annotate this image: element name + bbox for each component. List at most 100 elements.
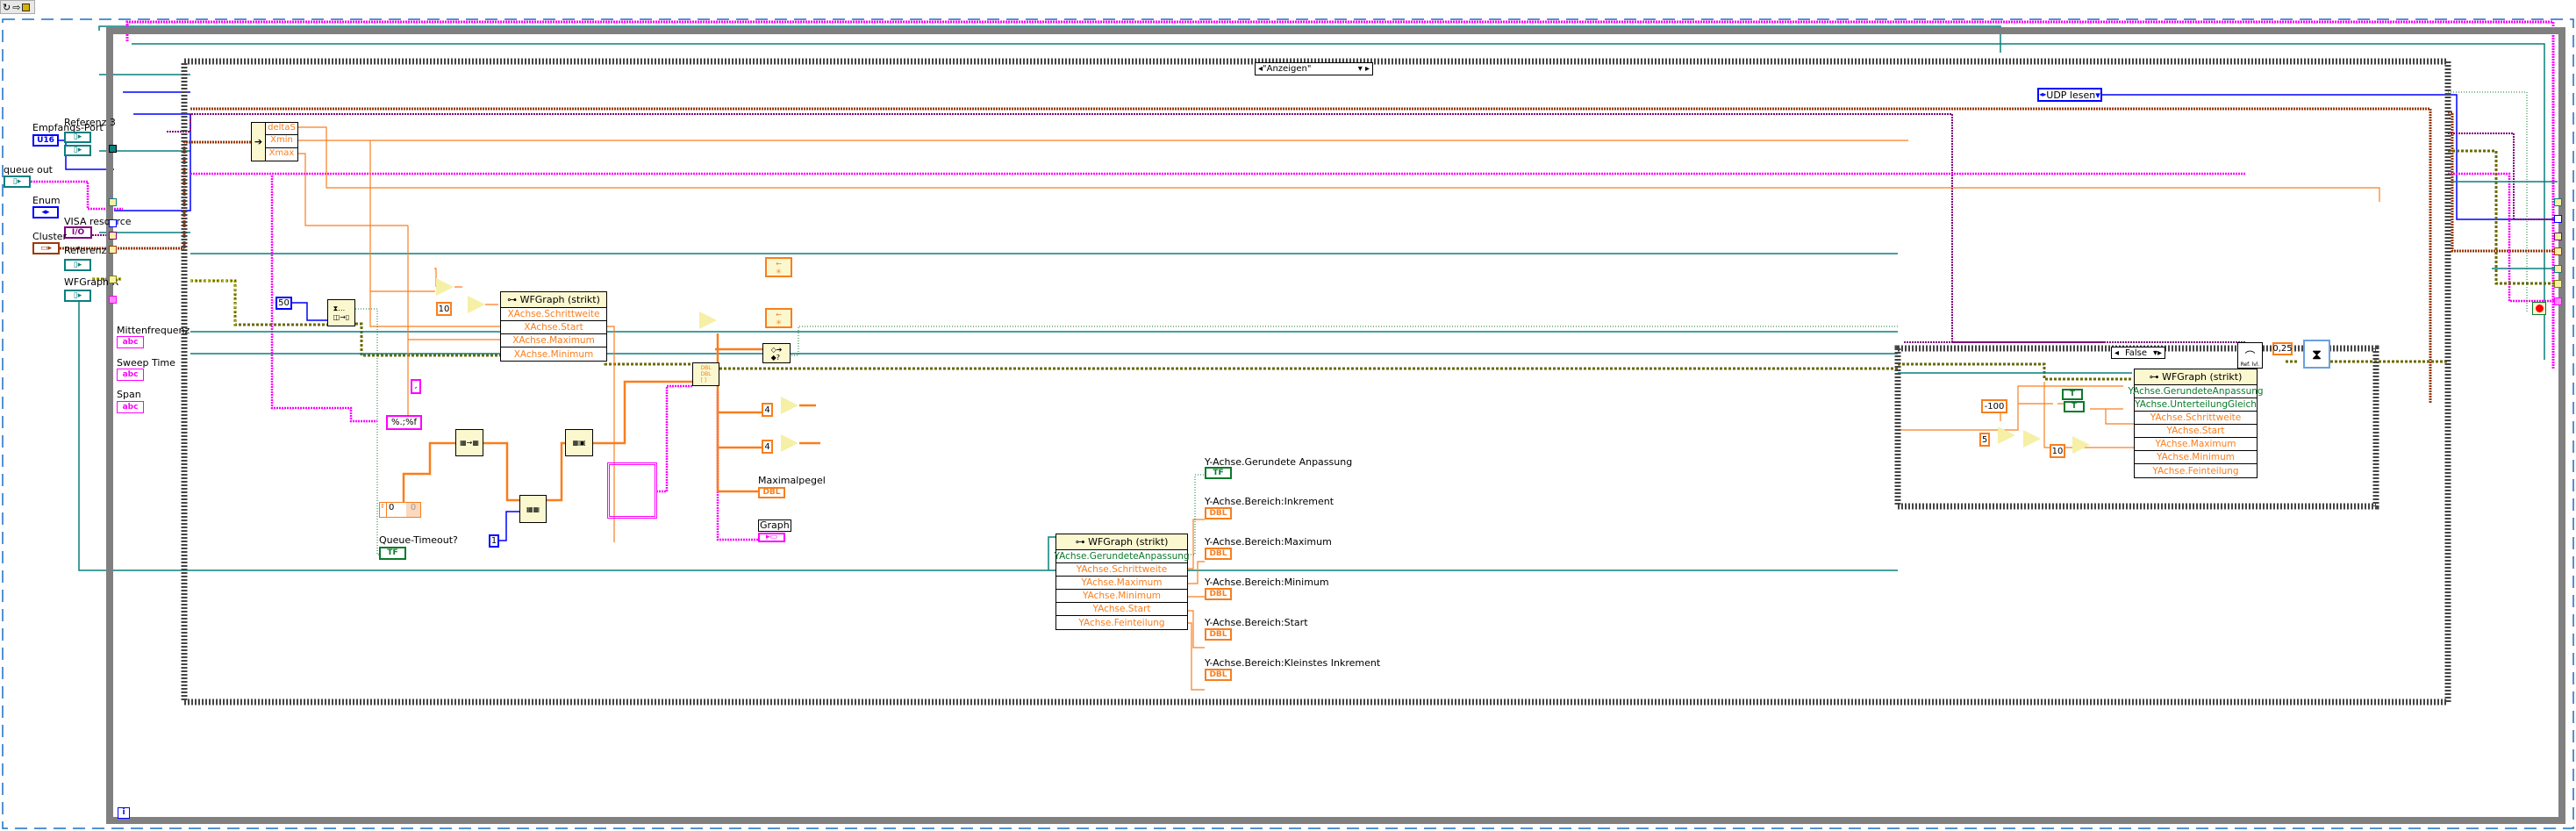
empty-array-constant[interactable] <box>607 462 657 519</box>
property-row[interactable]: YAchse.Schrittweite <box>2135 412 2257 425</box>
four-constant[interactable]: 4 <box>762 440 773 454</box>
enum-arrows-icon: ◂▸ <box>2039 90 2047 98</box>
y-inkrement-indicator: DBL <box>1205 507 1232 519</box>
case-selector-outer[interactable]: ◂ "Anzeigen" ▾ ▸ <box>1255 62 1373 75</box>
graph-indicator: ▸▭ <box>758 533 785 542</box>
property-row[interactable]: YAchse.Start <box>2135 425 2257 438</box>
build-waveform-node[interactable]: DBL DBL[ ] <box>692 362 719 386</box>
y-property-node[interactable]: ⊶ WFGraph (strikt) YAchse.GerundeteAnpas… <box>1054 534 1190 630</box>
four-constant[interactable]: 4 <box>762 403 773 417</box>
chevron-down-icon[interactable]: ▾▸ <box>2153 348 2162 358</box>
label-queue-out: queue out <box>4 164 53 176</box>
label-enum: Enum <box>32 195 61 206</box>
property-row[interactable]: XAchse.Maximum <box>501 334 606 347</box>
shift-register-right <box>2554 198 2562 206</box>
unbundle-by-name[interactable]: ➔ deltaS Xmin Xmax <box>251 122 298 161</box>
dequeue-element-node[interactable]: ⧗… ◫→▯ <box>327 299 355 326</box>
divide-node[interactable] <box>468 296 485 313</box>
add-node[interactable] <box>1998 426 2015 444</box>
sweep-time-indicator: abc <box>117 369 144 381</box>
subtract-node[interactable] <box>436 278 454 296</box>
minus-100-constant[interactable]: -100 <box>1981 399 2007 413</box>
referenz-2-control[interactable]: ▯▸ <box>64 259 91 271</box>
chevron-down-icon[interactable]: ▾ ▸ <box>1358 64 1370 74</box>
feedback-node[interactable]: ← ✳ <box>765 257 792 277</box>
arrow-right-icon: ➔ <box>252 123 266 161</box>
property-row[interactable]: XAchse.Schrittweite <box>501 308 606 321</box>
queue-out-control[interactable]: ▯▸ <box>4 176 31 188</box>
wait-ms-hourglass-icon[interactable]: ⧗ <box>2303 340 2330 369</box>
five-constant[interactable]: 5 <box>1979 433 1990 447</box>
property-row[interactable]: YAchse.UnterteilungGleich <box>2135 398 2257 412</box>
ref-level-subvi-icon[interactable]: ⌒ Ref. lvl. <box>2237 342 2263 369</box>
property-row[interactable]: YAchse.Schrittweite <box>1056 563 1187 577</box>
x-property-node[interactable]: ⊶ WFGraph (strikt) XAchse.Schrittweite X… <box>500 291 607 362</box>
case-selector-inner[interactable]: ◂ False ▾▸ <box>2111 347 2165 359</box>
delete-from-array-node[interactable]: ▦▦ <box>519 495 547 523</box>
true-constant[interactable]: T <box>2064 401 2085 412</box>
label-y-minimum: Y-Achse.Bereich:Minimum <box>1205 577 1329 588</box>
y-start-indicator: DBL <box>1205 628 1232 641</box>
visa-resource-control[interactable]: I/O <box>64 226 92 239</box>
property-row[interactable]: YAchse.Minimum <box>1056 590 1187 603</box>
property-row[interactable]: XAchse.Minimum <box>501 347 606 361</box>
divisor-constant[interactable]: 10 <box>2050 444 2065 458</box>
enum-control[interactable]: ◂▸ <box>32 206 59 218</box>
shift-register-right-string <box>2554 297 2562 305</box>
add-node[interactable] <box>781 434 798 452</box>
index-array-node[interactable] <box>699 312 717 329</box>
y-maximum-indicator: DBL <box>1205 548 1232 560</box>
in-range-and-coerce-node[interactable]: ◇➔ ◆? <box>762 343 791 363</box>
delimiter-constant[interactable]: , <box>411 379 421 394</box>
array-subset-node[interactable]: ▦▣ <box>565 429 593 456</box>
divisor-constant[interactable]: 10 <box>436 302 452 316</box>
stop-button-icon[interactable] <box>2532 302 2546 315</box>
next-state-enum-constant[interactable]: ◂▸ UDP lesen ▾ <box>2037 88 2102 102</box>
property-row[interactable]: YAchse.Maximum <box>2135 438 2257 451</box>
field-xmin: Xmin <box>266 135 297 148</box>
referenz-3b-control[interactable]: ▯▸ <box>64 145 91 156</box>
cluster-control[interactable]: ▭▸ <box>32 242 60 254</box>
mittenfrequenz-indicator: abc <box>117 336 144 348</box>
y-minimum-indicator: DBL <box>1205 588 1232 600</box>
label-y-inkrement: Y-Achse.Bereich:Inkrement <box>1205 496 1335 507</box>
property-row[interactable]: XAchse.Start <box>501 321 606 334</box>
label-graph: Graph <box>758 519 791 532</box>
subtract-node[interactable] <box>781 397 798 414</box>
property-row[interactable]: YAchse.Feinteilung <box>2135 464 2257 477</box>
arrow-icon[interactable]: ⇨ <box>12 2 20 13</box>
property-row[interactable]: YAchse.Start <box>1056 603 1187 616</box>
timeout-constant[interactable]: 50 <box>275 297 292 310</box>
shift-register-right-visa <box>2554 233 2562 240</box>
property-row[interactable]: YAchse.Maximum <box>1056 577 1187 590</box>
run-icon[interactable]: ↻ <box>3 2 11 13</box>
divide-node[interactable] <box>2072 436 2090 454</box>
array-constant[interactable]: ⇕ 0 0 <box>379 502 421 518</box>
empfangs-port-control[interactable]: U16 <box>32 134 59 147</box>
maximalpegel-indicator: DBL <box>758 487 785 498</box>
key-icon: ⊶ <box>2149 371 2163 383</box>
subtract-node[interactable] <box>2023 430 2041 448</box>
property-row[interactable]: YAchse.GerundeteAnpassung <box>1054 550 1190 563</box>
wait-constant[interactable]: 0,25 <box>2272 342 2293 355</box>
feedback-node[interactable]: ← ✳ <box>765 308 792 328</box>
true-constant[interactable]: T <box>2062 389 2083 400</box>
loop-iteration-terminal: i <box>118 807 130 819</box>
chevron-down-icon[interactable]: ▾ <box>2095 90 2100 100</box>
decrement-arrow-icon[interactable]: ◂ <box>2114 348 2119 358</box>
property-node-header: ⊶ WFGraph (strikt) <box>2135 369 2257 385</box>
property-row[interactable]: YAchse.Minimum <box>2135 451 2257 464</box>
property-node-header: ⊶ WFGraph (strikt) <box>501 292 606 308</box>
property-row[interactable]: YAchse.Feinteilung <box>1056 616 1187 629</box>
format-constant[interactable]: %.;%f <box>386 415 422 430</box>
shift-register-right-ref <box>2554 265 2562 273</box>
spreadsheet-string-to-array-node[interactable]: ▦→▦ <box>455 429 483 456</box>
highlight-icon[interactable] <box>22 3 31 11</box>
referenz-3-control[interactable]: ▯▸ <box>64 132 91 143</box>
inner-y-property-node[interactable]: ⊶ WFGraph (strikt) YAchse.GerundeteAnpas… <box>2128 369 2264 478</box>
wfgraph-ref-control[interactable]: ▯▸ <box>64 290 91 302</box>
shift-register-string <box>109 296 117 304</box>
index-constant[interactable]: 1 <box>489 534 499 548</box>
property-row[interactable]: YAchse.GerundeteAnpassung <box>2128 385 2264 398</box>
index-spinner-icon[interactable]: ⇕ <box>380 503 387 517</box>
